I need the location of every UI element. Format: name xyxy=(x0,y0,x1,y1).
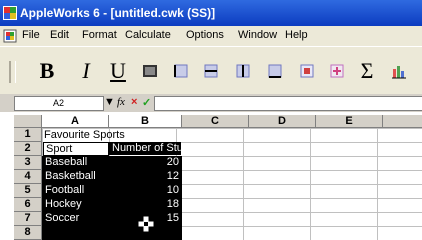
underline-button[interactable]: U xyxy=(107,57,129,85)
borders-bottom-icon[interactable] xyxy=(264,57,286,85)
select-all-corner[interactable] xyxy=(14,115,42,128)
column-header-e[interactable]: E xyxy=(316,115,383,128)
cell-b2[interactable]: Number of Students xyxy=(109,142,210,155)
window-title: AppleWorks 6 - [untitled.cwk (SS)] xyxy=(20,6,216,20)
row-header-6[interactable]: 6 xyxy=(14,198,42,212)
bold-button[interactable]: B xyxy=(36,57,58,85)
borders-left-icon[interactable] xyxy=(170,57,192,85)
menu-window[interactable]: Window xyxy=(238,29,277,41)
menu-format[interactable]: Format xyxy=(82,29,117,41)
column-header-f[interactable] xyxy=(383,115,422,128)
toolbar-grip[interactable] xyxy=(9,61,16,83)
chart-icon[interactable] xyxy=(388,57,410,85)
row-header-2[interactable]: 2 xyxy=(14,142,42,156)
dropdown-arrow-icon[interactable]: ▼ xyxy=(104,96,115,110)
borders-center-icon[interactable] xyxy=(200,57,222,85)
document-icon[interactable] xyxy=(3,29,17,43)
menu-file[interactable]: File xyxy=(22,29,40,41)
fx-button[interactable]: fx xyxy=(117,96,125,110)
cell-a4[interactable]: Basketball xyxy=(45,170,96,183)
cell-a1[interactable]: Favourite Sports xyxy=(44,129,125,142)
title-bar: AppleWorks 6 - [untitled.cwk (SS)] xyxy=(0,0,422,26)
fill-icon[interactable] xyxy=(139,57,161,85)
merge-icon[interactable] xyxy=(296,57,318,85)
row-header-8[interactable]: 8 xyxy=(14,226,42,240)
formula-input[interactable] xyxy=(154,96,422,111)
cell-reference: A2 xyxy=(53,98,65,108)
cell-b3[interactable]: 20 xyxy=(109,156,179,169)
cell-a2[interactable]: Sport xyxy=(43,142,109,156)
cell-b2-overflow xyxy=(182,142,262,155)
column-header-d[interactable]: D xyxy=(249,115,316,128)
cell-a7[interactable]: Soccer xyxy=(45,212,79,225)
cancel-icon[interactable]: × xyxy=(131,96,137,110)
cell-cursor-icon xyxy=(138,216,154,232)
appworks-icon xyxy=(3,6,17,20)
sort-icon[interactable] xyxy=(326,57,348,85)
italic-button[interactable]: I xyxy=(76,57,96,85)
row-header-4[interactable]: 4 xyxy=(14,170,42,184)
formula-bar: A2 ▼ fx × ✓ xyxy=(0,94,422,112)
cell-b6[interactable]: 18 xyxy=(109,198,179,211)
cell-a3[interactable]: Baseball xyxy=(45,156,87,169)
spreadsheet-grid: A B C D E 1 2 3 4 5 6 7 8 Favourite Spor… xyxy=(0,112,422,240)
borders-right-icon[interactable] xyxy=(232,57,254,85)
menu-bar: File Edit Format Calculate Options Windo… xyxy=(0,26,422,46)
row-header-7[interactable]: 7 xyxy=(14,212,42,226)
sum-icon[interactable]: Σ xyxy=(356,57,378,85)
cell-a2-text: Sport xyxy=(46,143,73,155)
menu-options[interactable]: Options xyxy=(186,29,224,41)
accept-icon[interactable]: ✓ xyxy=(142,96,151,110)
toolbar: B I U Σ xyxy=(0,46,422,96)
cell-b5[interactable]: 10 xyxy=(109,184,179,197)
column-header-c[interactable]: C xyxy=(182,115,249,128)
menu-edit[interactable]: Edit xyxy=(50,29,69,41)
row-header-1[interactable]: 1 xyxy=(14,128,42,142)
menu-calculate[interactable]: Calculate xyxy=(125,29,171,41)
row-header-5[interactable]: 5 xyxy=(14,184,42,198)
cell-a5[interactable]: Football xyxy=(45,184,84,197)
cell-a6[interactable]: Hockey xyxy=(45,198,82,211)
menu-help[interactable]: Help xyxy=(285,29,308,41)
column-header-b[interactable]: B xyxy=(109,115,182,128)
column-header-a[interactable]: A xyxy=(42,115,109,128)
cell-b4[interactable]: 12 xyxy=(109,170,179,183)
row-header-3[interactable]: 3 xyxy=(14,156,42,170)
cell-reference-box[interactable]: A2 xyxy=(14,96,104,111)
